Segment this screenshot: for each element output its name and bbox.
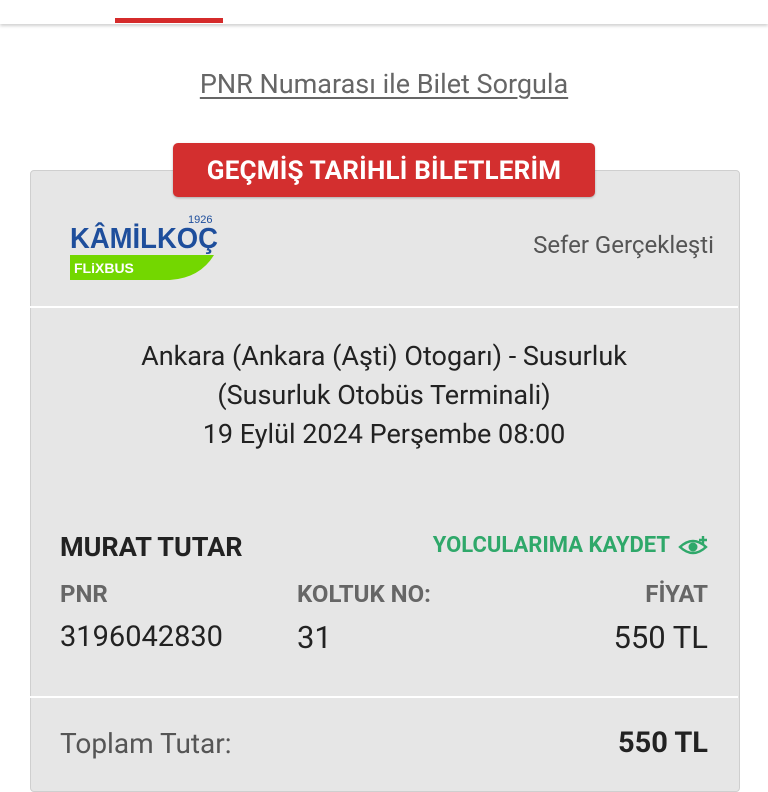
pnr-query-link[interactable]: PNR Numarası ile Bilet Sorgula xyxy=(0,68,768,100)
logo-sub-brand: FLiXBUS xyxy=(74,260,134,276)
price-value: 550 TL xyxy=(613,619,708,656)
active-tab-indicator xyxy=(115,18,223,23)
company-logo: 1926 KÂMİLKOÇ FLiXBUS xyxy=(70,214,218,280)
passenger-name: MURAT TUTAR xyxy=(60,531,243,563)
past-tickets-button[interactable]: GEÇMİŞ TARİHLİ BİLETLERİM xyxy=(173,143,595,197)
price-label: FİYAT xyxy=(645,580,708,608)
trip-status: Sefer Gerçekleşti xyxy=(533,231,714,259)
pnr-label: PNR xyxy=(60,580,108,608)
total-divider xyxy=(30,696,738,698)
route-info: Ankara (Ankara (Aşti) Otogarı) - Susurlu… xyxy=(30,337,738,454)
seat-label: KOLTUK NO: xyxy=(297,580,431,608)
add-passenger-eye-icon xyxy=(678,535,708,554)
pnr-value: 3196042830 xyxy=(60,620,223,654)
route-line-2: (Susurluk Otobüs Terminali) xyxy=(217,379,551,411)
total-value: 550 TL xyxy=(617,726,708,760)
save-passenger-label: YOLCULARIMA KAYDET xyxy=(432,533,670,558)
trip-datetime: 19 Eylül 2024 Perşembe 08:00 xyxy=(202,418,566,450)
seat-value: 31 xyxy=(297,619,332,656)
card-divider xyxy=(30,306,738,308)
route-line-1: Ankara (Ankara (Aşti) Otogarı) - Susurlu… xyxy=(141,340,627,372)
total-label: Toplam Tutar: xyxy=(60,727,232,760)
logo-wordmark: KÂMİLKOÇ xyxy=(70,221,218,255)
top-tab-bar xyxy=(0,0,768,24)
save-passenger-button[interactable]: YOLCULARIMA KAYDET xyxy=(433,533,710,558)
